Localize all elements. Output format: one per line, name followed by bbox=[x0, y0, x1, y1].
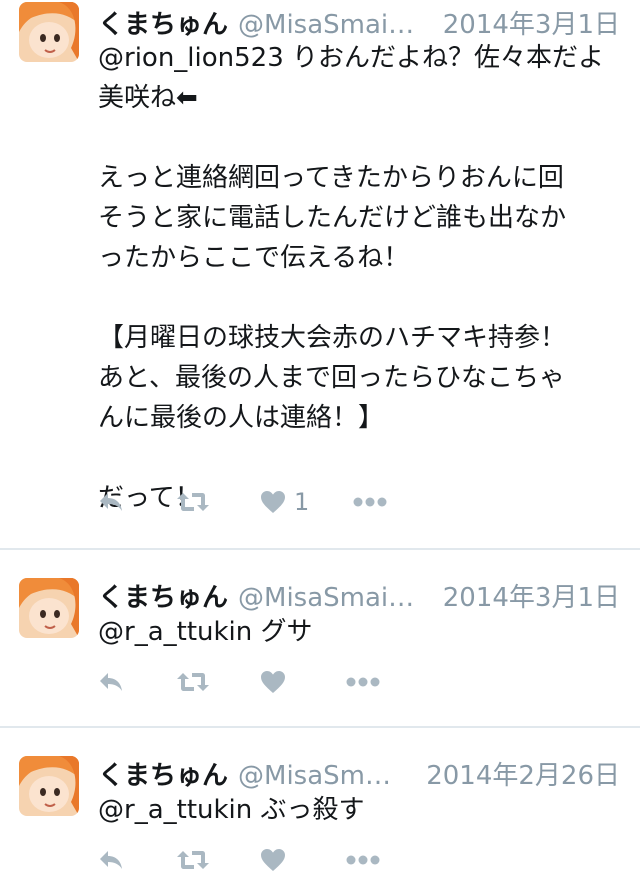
reply-icon bbox=[100, 851, 122, 869]
reply-icon bbox=[100, 673, 122, 691]
tweet[interactable]: くまちゅん @MisaSmai… 2014年3月1日 @rion_lion523… bbox=[0, 0, 640, 550]
heart-icon bbox=[261, 491, 285, 513]
reply-icon bbox=[100, 493, 122, 511]
more-icon bbox=[346, 855, 380, 865]
retweet-button[interactable] bbox=[176, 670, 210, 694]
tweet-text: @rion_lion523 りおんだよね？佐々本だよ 美咲ね⬅ えっと連絡網回っ… bbox=[98, 43, 605, 513]
avatar[interactable] bbox=[19, 578, 79, 638]
heart-icon bbox=[261, 671, 285, 693]
more-button[interactable] bbox=[346, 676, 380, 688]
reply-button[interactable] bbox=[98, 491, 126, 513]
user-handle[interactable]: @MisaSmai… bbox=[238, 10, 425, 40]
like-count: 1 bbox=[294, 488, 310, 516]
retweet-icon bbox=[177, 493, 209, 511]
retweet-button[interactable] bbox=[176, 848, 210, 872]
avatar[interactable] bbox=[19, 756, 79, 816]
display-name[interactable]: くまちゅん bbox=[98, 4, 228, 41]
display-name[interactable]: くまちゅん bbox=[98, 755, 228, 792]
tweet-text: @r_a_ttukin ぶっ殺す bbox=[98, 795, 365, 825]
tweet-actions bbox=[98, 845, 380, 875]
heart-icon bbox=[261, 849, 285, 871]
avatar[interactable] bbox=[19, 2, 79, 62]
like-button[interactable]: 1 bbox=[260, 488, 309, 516]
reply-button[interactable] bbox=[98, 671, 126, 693]
tweet-actions bbox=[98, 667, 380, 697]
retweet-icon bbox=[177, 851, 209, 869]
tweet[interactable]: くまちゅん @MisaSmai… 2014年3月1日 @r_a_ttukin グ… bbox=[0, 550, 640, 728]
tweet-actions: 1 bbox=[98, 487, 387, 517]
retweet-button[interactable] bbox=[176, 490, 210, 514]
more-icon bbox=[353, 497, 387, 507]
tweet[interactable]: くまちゅん @MisaSm… 2014年2月26日 @r_a_ttukin ぶっ… bbox=[0, 728, 640, 895]
tweet-date[interactable]: 2014年2月26日 bbox=[426, 755, 620, 792]
user-handle[interactable]: @MisaSm… bbox=[238, 761, 408, 791]
more-button[interactable] bbox=[346, 854, 380, 866]
tweet-header: くまちゅん @MisaSmai… 2014年3月1日 bbox=[98, 577, 620, 614]
display-name[interactable]: くまちゅん bbox=[98, 577, 228, 614]
tweet-date[interactable]: 2014年3月1日 bbox=[443, 577, 620, 614]
tweet-text: @r_a_ttukin グサ bbox=[98, 617, 313, 647]
retweet-icon bbox=[177, 673, 209, 691]
tweet-date[interactable]: 2014年3月1日 bbox=[443, 4, 620, 41]
more-icon bbox=[346, 677, 380, 687]
tweet-header: くまちゅん @MisaSm… 2014年2月26日 bbox=[98, 755, 620, 792]
like-button[interactable] bbox=[260, 670, 294, 694]
tweet-header: くまちゅん @MisaSmai… 2014年3月1日 bbox=[98, 4, 620, 41]
more-button[interactable] bbox=[353, 496, 387, 508]
user-handle[interactable]: @MisaSmai… bbox=[238, 583, 425, 613]
reply-button[interactable] bbox=[98, 849, 126, 871]
like-button[interactable] bbox=[260, 848, 294, 872]
